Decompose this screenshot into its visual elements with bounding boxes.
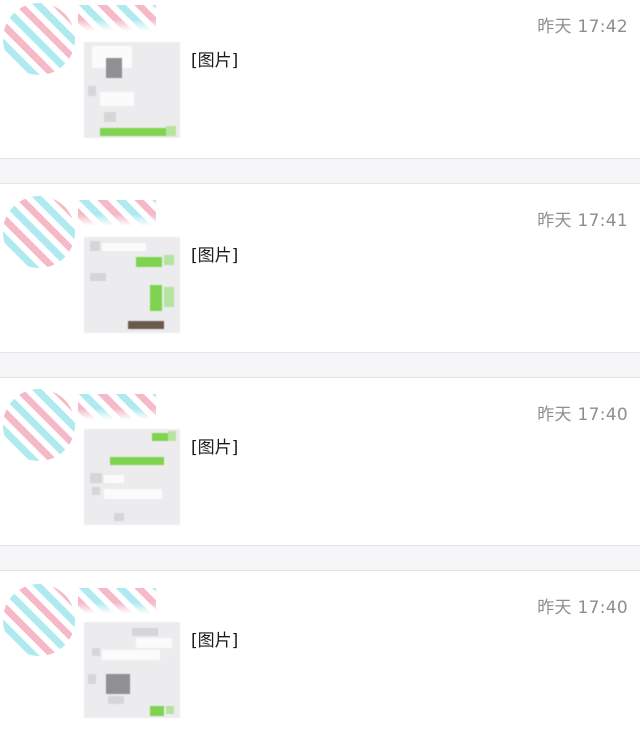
thumbnail-pixel	[106, 674, 130, 694]
message-feed: 昨天 17:42 [图片] 昨天 17:41 [图片] 昨天 17:40 [图片…	[0, 0, 640, 733]
thumbnail-pixel	[106, 58, 122, 78]
thumbnail-pixel	[164, 255, 174, 265]
thumbnail-pixel	[92, 487, 100, 495]
image-thumbnail[interactable]	[84, 237, 180, 333]
striped-avatar-icon[interactable]	[3, 584, 75, 656]
message-timestamp: 昨天 17:42	[537, 17, 628, 37]
thumbnail-pixel	[132, 628, 158, 636]
thumbnail-pixel	[164, 287, 174, 307]
message-card[interactable]: 昨天 17:40 [图片]	[0, 570, 640, 733]
thumbnail-pixel	[166, 126, 176, 136]
thumbnail-pixel	[88, 674, 96, 684]
thumbnail-pixel	[104, 475, 124, 483]
thumbnail-pixel	[110, 457, 164, 465]
blurred-nickname	[78, 200, 156, 226]
thumbnail-pixel	[136, 638, 172, 648]
thumbnail-pixel	[102, 650, 160, 660]
thumbnail-pixel	[150, 285, 162, 311]
striped-avatar-icon[interactable]	[3, 196, 75, 268]
thumbnail-pixel	[88, 86, 96, 96]
thumbnail-pixel	[136, 257, 162, 267]
blurred-nickname	[78, 5, 156, 31]
thumbnail-pixel	[150, 706, 164, 716]
thumbnail-pixel	[100, 128, 166, 136]
message-timestamp: 昨天 17:40	[537, 598, 628, 618]
thumbnail-pixel	[104, 489, 162, 499]
message-timestamp: 昨天 17:40	[537, 405, 628, 425]
thumbnail-pixel	[108, 696, 124, 704]
thumbnail-pixel	[92, 648, 100, 656]
thumbnail-pixel	[128, 321, 164, 329]
striped-avatar-icon[interactable]	[3, 3, 75, 75]
image-caption: [图片]	[191, 246, 239, 266]
message-card[interactable]: 昨天 17:40 [图片]	[0, 377, 640, 546]
message-card[interactable]: 昨天 17:42 [图片]	[0, 0, 640, 159]
striped-avatar-icon[interactable]	[3, 389, 75, 461]
image-caption: [图片]	[191, 438, 239, 458]
thumbnail-pixel	[102, 243, 146, 251]
blurred-nickname	[78, 588, 156, 614]
thumbnail-pixel	[168, 431, 176, 441]
blurred-nickname	[78, 394, 156, 420]
message-timestamp: 昨天 17:41	[537, 211, 628, 231]
image-caption: [图片]	[191, 631, 239, 651]
message-card[interactable]: 昨天 17:41 [图片]	[0, 183, 640, 353]
image-caption: [图片]	[191, 51, 239, 71]
image-thumbnail[interactable]	[84, 622, 180, 718]
thumbnail-pixel	[100, 92, 134, 106]
thumbnail-pixel	[114, 513, 124, 521]
thumbnail-pixel	[104, 112, 116, 122]
thumbnail-pixel	[90, 473, 102, 483]
thumbnail-pixel	[166, 706, 174, 714]
thumbnail-pixel	[90, 273, 106, 281]
thumbnail-pixel	[90, 241, 100, 251]
image-thumbnail[interactable]	[84, 429, 180, 525]
image-thumbnail[interactable]	[84, 42, 180, 138]
